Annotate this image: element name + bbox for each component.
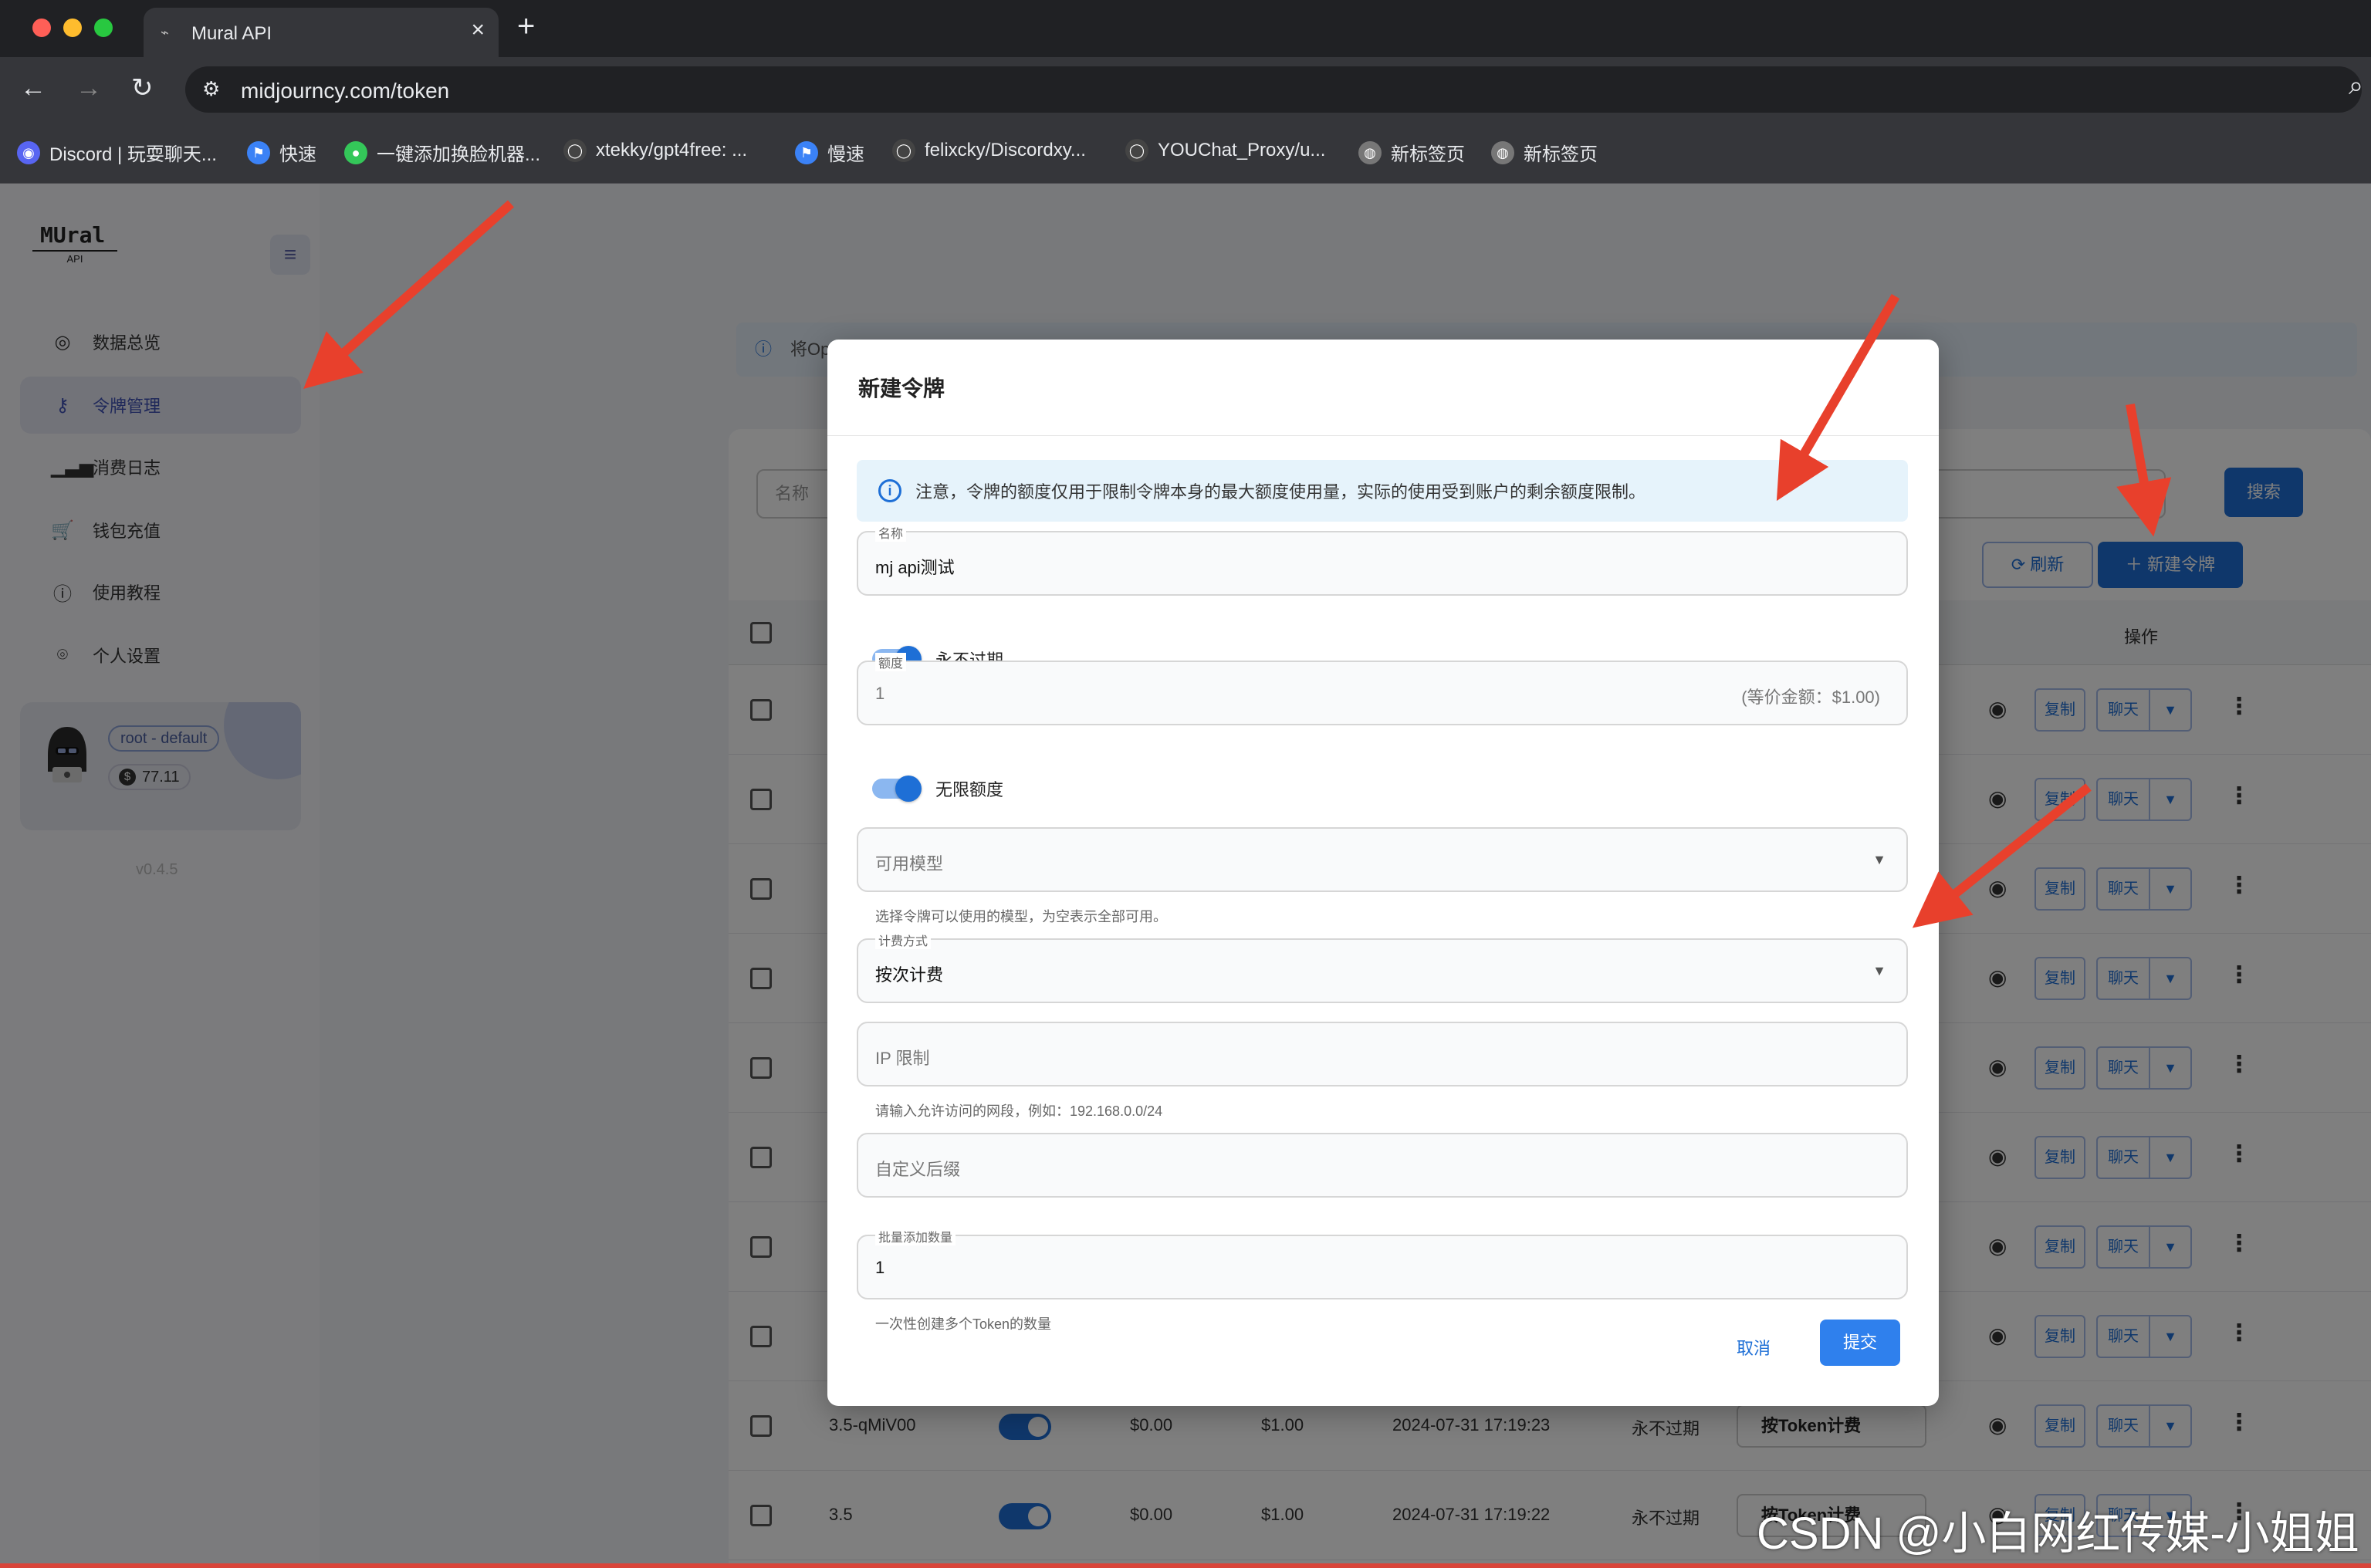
flag-icon: ⚑ [247,140,270,164]
bookmark-label: Discord | 玩耍聊天... [49,144,217,165]
new-token-dialog: 新建令牌 i 注意，令牌的额度仅用于限制令牌本身的最大额度使用量，实际的使用受到… [827,340,1939,1406]
dialog-title: 新建令牌 [858,377,945,400]
site-favicon-icon: ⌁ [161,25,169,40]
bookmark-label: YOUChat_Proxy/u... [1158,140,1326,161]
ip-helper: 请输入允许访问的网段，例如：192.168.0.0/24 [875,1103,1163,1119]
quota-label: 额度 [875,653,907,671]
name-value: mj api测试 [875,558,955,577]
unlimited-quota-label: 无限额度 [935,780,1004,799]
github-icon: ◯ [1125,139,1148,162]
info-icon: i [878,479,901,502]
suffix-placeholder: 自定义后缀 [875,1160,961,1179]
models-helper: 选择令牌可以使用的模型，为空表示全部可用。 [875,909,1167,924]
bookmark-label: 新标签页 [1391,144,1465,165]
tab-title: Mural API [191,23,272,44]
app-page: MUral API ≡ ◎数据总览⚷令牌管理▁▃▅消费日志🛒钱包充值ⓘ使用教程⌾… [0,184,2371,1568]
bookmark-label: 慢速 [827,144,864,165]
minimize-window-button[interactable] [63,19,82,37]
bookmarks-bar: ◉ Discord | 玩耍聊天... ⚑ 快速 ● 一键添加换脸机器... ◯ xtekky… [0,122,2371,184]
address-bar[interactable]: ⚙ midjourncy.com/token [185,66,2362,113]
batch-label: 批量添加数量 [875,1227,956,1245]
watermark: CSDN @小白网红传媒-小姐姐 [1757,1509,2359,1559]
github-icon: ◯ [563,139,587,162]
zoom-icon[interactable]: ⌕ [2349,71,2363,101]
unlimited-quota-row: 无限额度 [872,776,1004,802]
billing-select[interactable]: 计费方式 按次计费 ▼ [857,931,1908,1003]
bookmark-item[interactable]: ◉ Discord | 玩耍聊天... [17,139,217,166]
name-label: 名称 [875,523,907,542]
caret-down-icon: ▼ [1872,852,1886,867]
bookmark-label: felixcky/Discordxy... [925,140,1086,161]
maximize-window-button[interactable] [94,19,113,37]
bookmark-item[interactable]: ◯ xtekky/gpt4free: ... [563,139,747,162]
quota-field[interactable]: 额度 1 (等价金额：$1.00) [857,653,1908,725]
unlimited-quota-switch[interactable] [872,776,922,802]
bookmark-item[interactable]: ◯ YOUChat_Proxy/u... [1125,139,1325,162]
close-tab-icon[interactable]: × [471,19,485,42]
billing-label: 计费方式 [875,931,932,949]
notice-text: 注意，令牌的额度仅用于限制令牌本身的最大额度使用量，实际的使用受到账户的剩余额度… [915,482,1646,502]
bookmark-item[interactable]: ◯ felixcky/Discordxy... [892,139,1086,162]
caret-down-icon: ▼ [1872,963,1886,978]
new-tab-icon[interactable]: + [517,9,535,43]
bookmark-item[interactable]: ⚑ 慢速 [795,139,864,166]
globe-icon: ◍ [1358,140,1382,164]
models-select[interactable]: 可用模型 ▼ [857,827,1908,892]
batch-count-field[interactable]: 批量添加数量 1 [857,1227,1908,1299]
browser-toolbar: ← → ↻ ⚙ midjourncy.com/token ⌕ [0,57,2371,122]
close-window-button[interactable] [32,19,51,37]
models-placeholder: 可用模型 [875,854,944,874]
cancel-button[interactable]: 取消 [1737,1335,1771,1360]
bookmark-label: 快速 [279,144,316,165]
browser-tab[interactable]: ⌁ Mural API × [144,8,499,57]
reload-icon[interactable]: ↻ [131,73,154,103]
bookmark-label: xtekky/gpt4free: ... [596,140,748,161]
bookmark-item[interactable]: ◍ 新标签页 [1491,139,1598,166]
flag-icon: ⚑ [795,140,818,164]
github-icon: ◯ [892,139,915,162]
billing-value: 按次计费 [875,965,944,985]
back-icon[interactable]: ← [20,73,46,103]
quota-notice: i 注意，令牌的额度仅用于限制令牌本身的最大额度使用量，实际的使用受到账户的剩余… [857,460,1908,522]
leaf-icon: ● [344,140,367,164]
dialog-divider [827,435,1939,436]
batch-helper: 一次性创建多个Token的数量 [875,1316,1052,1332]
ip-limit-field[interactable]: IP 限制 [857,1022,1908,1086]
bookmark-item[interactable]: ⚑ 快速 [247,139,316,166]
globe-icon: ◍ [1491,140,1514,164]
bottom-accent-bar [0,1563,2371,1568]
forward-icon[interactable]: → [76,73,102,103]
browser-tab-bar: ⌁ Mural API × + [0,0,2371,57]
url-text: midjourncy.com/token [241,79,450,103]
bookmark-item[interactable]: ◍ 新标签页 [1358,139,1465,166]
token-name-field[interactable]: 名称 mj api测试 [857,523,1908,596]
quota-equivalent: (等价金额：$1.00) [1741,688,1880,707]
bookmark-label: 新标签页 [1524,144,1598,165]
quota-value: 1 [875,684,885,703]
batch-value: 1 [875,1258,885,1277]
bookmark-label: 一键添加换脸机器... [377,144,541,165]
submit-button[interactable]: 提交 [1820,1320,1900,1366]
custom-suffix-field[interactable]: 自定义后缀 [857,1133,1908,1198]
discord-icon: ◉ [17,140,40,164]
bookmark-item[interactable]: ● 一键添加换脸机器... [344,139,540,166]
ip-placeholder: IP 限制 [875,1049,930,1068]
site-settings-icon[interactable]: ⚙ [202,77,220,101]
